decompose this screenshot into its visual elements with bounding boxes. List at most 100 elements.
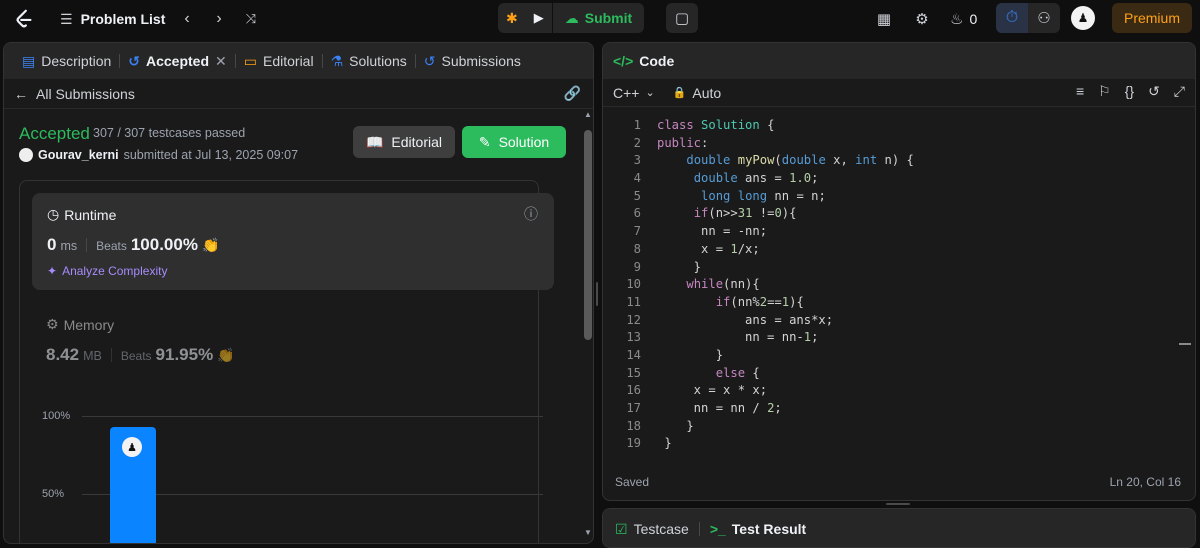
code-line[interactable]: 7 nn = -nn;: [603, 223, 1195, 241]
code-line[interactable]: 14 }: [603, 347, 1195, 365]
code-line[interactable]: 19 }: [603, 435, 1195, 453]
scroll-down-icon[interactable]: ▼: [584, 528, 592, 537]
editor-scroll-indicator[interactable]: [1179, 343, 1191, 345]
code-line[interactable]: 10 while(nn){: [603, 276, 1195, 294]
memory-title-label: Memory: [63, 316, 115, 333]
code-text: x = 1/x;: [657, 241, 760, 256]
code-line[interactable]: 18 }: [603, 418, 1195, 436]
code-line[interactable]: 13 nn = nn-1;: [603, 329, 1195, 347]
premium-button[interactable]: Premium: [1112, 3, 1192, 33]
memory-title[interactable]: ⚙ Memory: [46, 316, 114, 333]
line-number: 17: [626, 401, 641, 415]
code-line[interactable]: 16 x = x * x;: [603, 382, 1195, 400]
braces-icon[interactable]: {}: [1125, 83, 1134, 100]
code-line[interactable]: 1 class Solution {: [603, 117, 1195, 135]
prev-problem-button[interactable]: ‹: [176, 8, 198, 30]
problem-list-button[interactable]: ☰ Problem List: [60, 8, 165, 30]
auto-mode[interactable]: 🔒 Auto: [673, 85, 722, 101]
tab-editorial[interactable]: ▭ Editorial: [238, 53, 320, 70]
layout-button[interactable]: ▦: [874, 8, 894, 30]
fullscreen-icon[interactable]: ⤢: [1174, 83, 1185, 100]
tab-test-result[interactable]: >_ Test Result: [710, 521, 806, 537]
language-selector[interactable]: C++ ⌄: [613, 85, 655, 101]
clap-icon: 👏: [217, 347, 235, 363]
test-panel: ☑ Testcase >_ Test Result: [602, 508, 1196, 548]
submission-panel: ▤ Description ↺ Accepted ✕ ▭ Editorial ⚗…: [3, 42, 594, 544]
history-icon: ↺: [423, 52, 436, 69]
user-avatar[interactable]: ♟: [1071, 6, 1095, 30]
bookmark-icon[interactable]: ⚐: [1098, 83, 1111, 100]
post-solution-button[interactable]: ✎ Solution: [462, 126, 566, 158]
horizontal-resize-handle[interactable]: [886, 503, 910, 505]
tab-testcase[interactable]: ☑ Testcase: [615, 521, 689, 538]
code-line[interactable]: 11 if(nn%2==1){: [603, 294, 1195, 312]
leetcode-logo-icon[interactable]: [12, 7, 36, 31]
your-position-avatar: ♟: [122, 437, 142, 457]
code-line[interactable]: 5 long long nn = n;: [603, 188, 1195, 206]
tab-solutions[interactable]: ⚗ Solutions: [325, 53, 413, 70]
tab-accepted[interactable]: ↺ Accepted ✕: [122, 53, 233, 70]
clock-icon: ◷: [47, 206, 60, 222]
add-collaborator-button[interactable]: ⚇: [1028, 3, 1060, 33]
reset-icon[interactable]: ↺: [1148, 83, 1160, 100]
runtime-beats-value: 100.00%: [130, 235, 198, 254]
code-brackets-icon: </>: [613, 53, 634, 69]
notes-button[interactable]: ▢: [666, 3, 698, 33]
code-header: </> Code: [603, 43, 1195, 79]
tab-submissions[interactable]: ↺ Submissions: [418, 53, 527, 70]
code-line[interactable]: 3 double myPow(double x, int n) {: [603, 152, 1195, 170]
line-number: 9: [633, 259, 641, 274]
line-number: 12: [626, 312, 641, 327]
timer-button[interactable]: ⏱: [996, 3, 1028, 33]
tab-accepted-label: Accepted: [146, 53, 210, 69]
code-text: nn = -nn;: [657, 224, 768, 239]
submit-button[interactable]: ☁ Submit: [551, 3, 644, 33]
cloud-upload-icon: ☁: [564, 9, 579, 26]
close-icon[interactable]: ✕: [215, 53, 227, 70]
problem-list-label: Problem List: [80, 11, 166, 27]
code-line[interactable]: 8 x = 1/x;: [603, 241, 1195, 259]
run-submit-group: ✱ ▶ ☁ Submit: [498, 3, 645, 33]
code-line[interactable]: 12 ans = ans*x;: [603, 312, 1195, 330]
code-line[interactable]: 9 }: [603, 259, 1195, 277]
streak-counter[interactable]: ♨ 0: [950, 8, 977, 30]
analyze-complexity-link[interactable]: ✦ Analyze Complexity: [47, 264, 167, 278]
code-editor[interactable]: 1 class Solution {2 public: 3 double myPow(…: [603, 117, 1195, 453]
runtime-unit: ms: [60, 239, 78, 253]
random-problem-button[interactable]: ⤨: [240, 8, 262, 30]
settings-button[interactable]: ⚙: [912, 8, 932, 30]
test-tab-bar: ☑ Testcase >_ Test Result: [603, 509, 1195, 547]
scroll-thumb[interactable]: [584, 130, 592, 340]
document-icon: ▤: [22, 52, 36, 69]
next-problem-button[interactable]: ›: [208, 8, 230, 30]
language-label: C++: [613, 84, 640, 101]
tab-description[interactable]: ▤ Description: [16, 53, 117, 70]
code-line[interactable]: 2 public:: [603, 135, 1195, 153]
scroll-up-icon[interactable]: ▲: [584, 110, 592, 119]
line-number: 15: [626, 365, 641, 380]
username-link[interactable]: Gourav_kerni: [38, 148, 119, 162]
runtime-value: 0: [47, 235, 57, 254]
code-text: while(nn){: [686, 277, 760, 292]
edit-icon: ✎: [478, 133, 491, 150]
code-line[interactable]: 6 if(n>>31 !=0){: [603, 205, 1195, 223]
format-icon[interactable]: ≡: [1076, 83, 1084, 100]
code-line[interactable]: 4 double ans = 1.0;: [603, 170, 1195, 188]
code-text: class Solution {: [657, 118, 775, 132]
vertical-resize-handle[interactable]: [596, 282, 598, 306]
streak-count: 0: [969, 11, 978, 27]
add-user-icon: ⚇: [1037, 10, 1051, 27]
code-line[interactable]: 17 nn = nn / 2;: [603, 400, 1195, 418]
left-scrollbar[interactable]: ▲ ▼: [584, 100, 592, 540]
code-line[interactable]: 15 else {: [603, 365, 1195, 383]
memory-value: 8.42: [46, 345, 80, 364]
editorial-button[interactable]: 📖 Editorial: [353, 126, 455, 158]
share-link-icon[interactable]: 🔗: [564, 85, 581, 102]
all-submissions-link[interactable]: ← All Submissions: [4, 79, 593, 109]
info-icon[interactable]: ⓘ: [524, 204, 538, 224]
line-number: 8: [633, 241, 641, 256]
debug-button[interactable]: ✱: [498, 3, 526, 33]
memory-unit: MB: [83, 349, 102, 363]
runtime-card[interactable]: ◷ Runtime ⓘ 0 ms Beats 100.00% 👏 ✦ Analy…: [32, 193, 554, 290]
run-button[interactable]: ▶: [526, 3, 552, 33]
